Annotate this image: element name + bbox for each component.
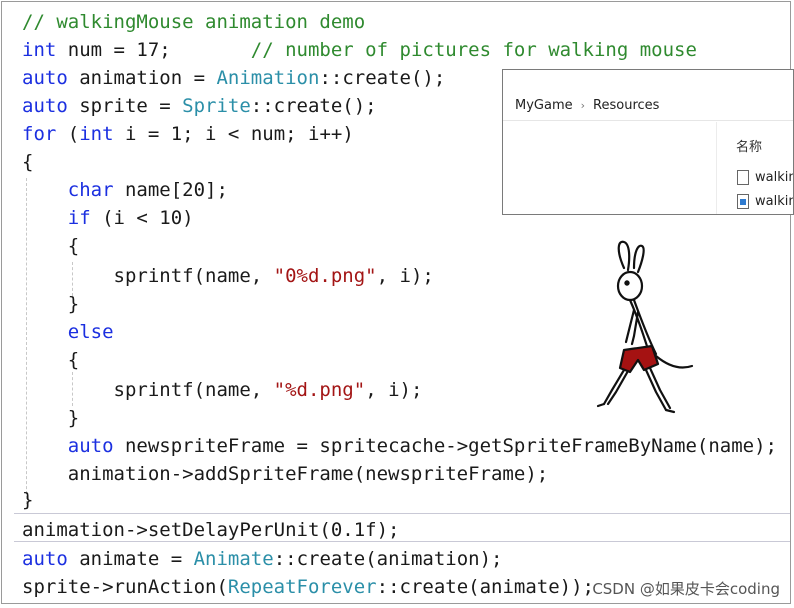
code-line[interactable]: int num = 17; // number of pictures for … [22,36,697,64]
type-token: RepeatForever [227,576,377,598]
code-token: (i < 10) [90,207,194,229]
file-name: walkin [755,194,794,209]
code-line[interactable]: auto newspriteFrame = spritecache->getSp… [22,432,777,460]
keyword-token: auto [22,95,68,117]
code-token: { [22,349,80,371]
file-explorer-window: MyGame › Resources 名称 walkin walkin [502,69,794,215]
code-line[interactable]: sprintf(name, "%d.png", i); [22,376,423,404]
code-token: } [22,489,34,511]
line-separator [14,541,790,542]
walking-mouse-sprite [596,240,694,414]
code-token: , i); [365,379,423,401]
code-token: sprintf(name, [22,379,274,401]
code-line[interactable]: } [22,290,79,318]
type-token: Animate [193,548,274,570]
type-token: Animation [216,67,320,89]
breadcrumb-item-mygame[interactable]: MyGame [515,98,573,113]
code-token: ::create(animation); [273,548,503,570]
code-token: animation = [67,67,217,89]
keyword-token: else [67,321,114,343]
code-line[interactable]: sprite->runAction(RepeatForever::create(… [22,573,594,601]
keyword-token: auto [22,67,68,89]
keyword-token: for [22,123,57,145]
code-line[interactable]: { [22,346,79,374]
code-line[interactable]: { [22,232,79,260]
code-token: animate = [67,548,194,570]
image-file-icon [737,194,749,209]
code-line[interactable]: for (int i = 1; i < num; i++) [22,120,354,148]
keyword-token: int [79,123,114,145]
type-token: Sprite [182,95,251,117]
code-line[interactable]: animation->addSpriteFrame(newspriteFrame… [22,460,548,488]
column-header-name[interactable]: 名称 [736,136,762,155]
code-token: sprintf(name, [22,265,274,287]
chevron-right-icon: › [580,99,586,112]
code-token: , i); [376,265,434,287]
code-token: name[20]; [113,179,228,201]
string-token: "0%d.png" [273,265,377,287]
column-divider [716,122,717,214]
breadcrumb-item-resources[interactable]: Resources [593,98,659,113]
code-token: } [22,407,80,429]
code-line[interactable]: char name[20]; [22,176,228,204]
code-token: { [22,151,34,173]
code-line[interactable]: { [22,148,33,176]
code-line[interactable]: auto animation = Animation::create(); [22,64,445,92]
keyword-token: if [67,207,91,229]
code-line[interactable]: else [22,318,114,346]
screenshot-canvas: // walkingMouse animation demo int num = … [0,0,794,608]
csdn-watermark: CSDN @如果皮卡会coding [592,580,780,598]
code-token: num = 17; [56,39,251,61]
line-separator [14,513,790,514]
code-token: ::create(); [319,67,446,89]
code-line[interactable]: } [22,404,79,432]
code-token: sprite->runAction( [22,576,228,598]
code-token: ::create(); [250,95,377,117]
keyword-token: auto [22,548,68,570]
code-token: } [22,293,80,315]
code-line[interactable]: } [22,486,33,514]
keyword-token: int [22,39,57,61]
code-token: { [22,235,80,257]
code-token: animation->addSpriteFrame(newspriteFrame… [22,463,549,485]
code-token: newspriteFrame = spritecache->getSpriteF… [113,435,777,457]
code-line[interactable]: animation->setDelayPerUnit(0.1f); [22,516,400,544]
keyword-token: char [67,179,114,201]
file-list-item[interactable]: walkin [737,194,794,214]
document-icon [737,170,749,185]
code-token: ::create(animate)); [376,576,594,598]
code-token: ( [56,123,80,145]
keyword-token: auto [67,435,114,457]
file-list-item[interactable]: walkin [737,170,794,190]
address-divider [503,120,793,121]
comment-token: // walkingMouse animation demo [22,11,366,33]
breadcrumb[interactable]: MyGame › Resources [515,98,659,113]
code-token: i = 1; i < num; i++) [113,123,354,145]
code-token: animation->setDelayPerUnit(0.1f); [22,519,400,541]
file-name: walkin [755,170,794,185]
comment-token: // number of pictures for walking mouse [250,39,697,61]
code-token: sprite = [67,95,183,117]
code-line[interactable]: sprintf(name, "0%d.png", i); [22,262,434,290]
string-token: "%d.png" [273,379,366,401]
code-line[interactable]: // walkingMouse animation demo [22,8,365,36]
code-line[interactable]: auto sprite = Sprite::create(); [22,92,377,120]
code-line[interactable]: if (i < 10) [22,204,194,232]
code-line[interactable]: auto animate = Animate::create(animation… [22,545,502,573]
